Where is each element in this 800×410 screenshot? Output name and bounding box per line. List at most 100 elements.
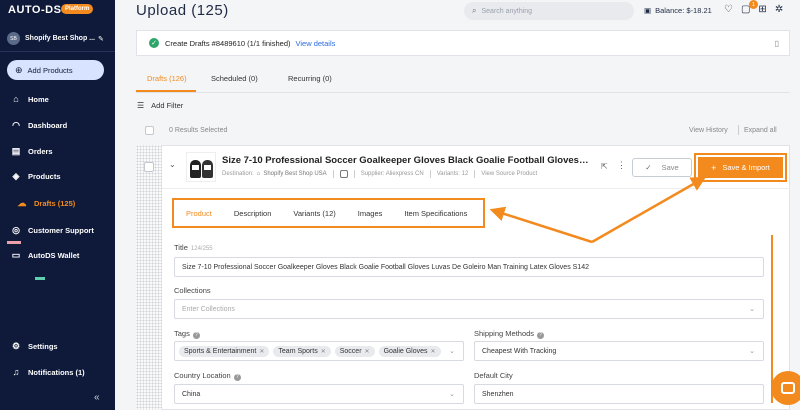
sidebar-item-dashboard[interactable]: ◠ Dashboard <box>0 114 115 136</box>
tab-drafts[interactable]: Drafts (126) <box>147 74 187 83</box>
tag-chip: Soccer ✕ <box>334 345 375 357</box>
balance-display[interactable]: ▣ Balance: $-18.21 <box>644 6 712 15</box>
collections-input[interactable]: Enter Collections ⌄ <box>174 299 764 319</box>
listing-icon <box>339 170 348 178</box>
title-input[interactable]: Size 7-10 Professional Soccer Goalkeeper… <box>174 257 764 277</box>
country-label-text: Country Location <box>174 371 231 380</box>
shipping-label: Shipping Methods? <box>474 329 545 339</box>
city-input[interactable]: Shenzhen <box>474 384 764 404</box>
sidebar-item-customer-support[interactable]: ◎ Customer Support <box>0 219 115 241</box>
drag-handle[interactable] <box>136 145 162 410</box>
save-button[interactable]: ✓ Save <box>632 158 692 177</box>
shipping-label-text: Shipping Methods <box>474 329 535 338</box>
sidebar-item-orders[interactable]: ▤ Orders <box>0 140 115 162</box>
tags-input[interactable]: Sports & Entertainment ✕ Team Sports ✕ Soc… <box>174 341 464 361</box>
collections-label: Collections <box>174 286 211 295</box>
heart-icon[interactable]: ♡ <box>724 4 733 15</box>
sidebar-item-wallet[interactable]: ▭ AutoDS Wallet <box>0 244 115 266</box>
status-card: ✓ Create Drafts #8489610 (1/1 finished) … <box>136 30 790 56</box>
external-link-icon[interactable]: ⇱ <box>601 162 608 171</box>
help-icon[interactable]: ? <box>537 332 545 339</box>
search-icon: ⌕ <box>472 6 477 15</box>
check-circle-icon: ✓ <box>149 38 159 48</box>
support-chat-button[interactable] <box>771 371 800 405</box>
city-label: Default City <box>474 371 513 380</box>
check-icon: ✓ <box>645 163 652 172</box>
chevron-down-icon[interactable]: ⌄ <box>169 160 176 169</box>
sidebar-item-label: Settings <box>28 341 58 351</box>
chevron-down-icon: ⌄ <box>749 306 755 313</box>
country-select[interactable]: China ⌄ <box>174 384 464 404</box>
tab-recurring[interactable]: Recurring (0) <box>288 74 332 83</box>
tag-label: Soccer <box>339 347 362 355</box>
help-icon[interactable]: ? <box>192 332 200 339</box>
sidebar-item-settings[interactable]: ⚙ Settings <box>0 335 115 357</box>
document-icon[interactable]: ▯ <box>775 39 779 48</box>
orders-icon: ▤ <box>11 145 21 156</box>
subtab-product[interactable]: Product <box>186 209 212 218</box>
status-message: Create Drafts #8489610 (1/1 finished) <box>165 38 291 48</box>
separator <box>353 170 355 178</box>
home-icon: ⌂ <box>13 94 19 104</box>
autods-logo: AUTO-DS- <box>8 4 66 16</box>
notification-badge: 1 <box>749 0 758 9</box>
help-icon[interactable]: ? <box>233 374 241 381</box>
pencil-icon[interactable]: ✎ <box>98 35 104 43</box>
tag-chip: Sports & Entertainment ✕ <box>179 345 270 357</box>
tab-scheduled[interactable]: Scheduled (0) <box>211 74 258 83</box>
close-icon[interactable]: ✕ <box>321 348 326 355</box>
title-label-text: Title <box>174 243 188 252</box>
shipping-select[interactable]: Cheapest With Tracking ⌄ <box>474 341 764 361</box>
close-icon[interactable]: ✕ <box>365 348 370 355</box>
sidebar-item-products[interactable]: ◈ Products <box>0 165 115 187</box>
title-char-count: 124/255 <box>190 246 213 252</box>
cloud-upload-icon: ☁ <box>17 197 27 208</box>
shop-avatar: SB <box>7 32 20 45</box>
more-vertical-icon[interactable]: ⋮ <box>617 160 626 171</box>
plus-icon: + <box>711 162 717 173</box>
product-checkbox[interactable] <box>144 162 154 172</box>
sidebar-item-notifications[interactable]: ♫ Notifications (1) <box>0 361 115 383</box>
view-details-link[interactable]: View details <box>296 39 336 48</box>
shop-selector[interactable]: SB Shopify Best Shop ... ✎ <box>0 26 115 52</box>
add-filter-label: Add Filter <box>151 101 184 110</box>
sidebar-item-drafts[interactable]: ☁ Drafts (125) <box>0 192 115 214</box>
add-products-button[interactable]: ⊕ Add Products <box>7 60 104 80</box>
product-meta: Destination: ⌂ Shopify Best Shop USA Sup… <box>222 170 537 178</box>
select-all-checkbox[interactable] <box>145 126 154 135</box>
tag-chip: Team Sports ✕ <box>273 345 331 357</box>
close-icon[interactable]: ✕ <box>259 348 264 355</box>
tag-chip: Goalie Gloves ✕ <box>378 345 441 357</box>
add-filter-button[interactable]: ☰ Add Filter <box>137 101 183 110</box>
destination-value: Shopify Best Shop USA <box>263 171 327 177</box>
chat-bubble-icon <box>781 382 795 394</box>
view-history-link[interactable]: View History <box>689 127 728 134</box>
view-source-link[interactable]: View Source Product <box>481 171 537 177</box>
collapse-sidebar-icon[interactable]: « <box>94 392 100 403</box>
save-import-button[interactable]: + Save & Import <box>694 153 787 182</box>
sidebar-item-label: Drafts (125) <box>34 198 76 208</box>
save-import-label: Save & Import <box>722 163 770 172</box>
subtab-description[interactable]: Description <box>234 209 272 218</box>
balance-value: Balance: $-18.21 <box>655 6 712 15</box>
subtab-images[interactable]: Images <box>358 209 383 218</box>
help-icon[interactable]: ✲ <box>775 4 783 15</box>
subtab-item-specifications[interactable]: Item Specifications <box>404 209 467 218</box>
wallet-icon: ▭ <box>11 249 21 260</box>
nav-marker <box>35 277 45 280</box>
search-input[interactable]: ⌕ Search anything <box>464 2 634 20</box>
bell-icon: ♫ <box>12 367 20 377</box>
sidebar-item-label: Notifications (1) <box>28 367 85 377</box>
gift-icon[interactable]: ⊞ <box>758 4 766 15</box>
subtab-variants[interactable]: Variants (12) <box>293 209 335 218</box>
close-icon[interactable]: ✕ <box>431 348 436 355</box>
sidebar-item-home[interactable]: ⌂ Home <box>0 88 115 110</box>
filter-icon: ☰ <box>137 101 145 110</box>
tag-label: Goalie Gloves <box>383 347 428 355</box>
tags-label: Tags? <box>174 329 200 339</box>
product-title: Size 7-10 Professional Soccer Goalkeeper… <box>222 155 590 166</box>
platform-badge: Platform <box>61 4 94 14</box>
scrollbar[interactable] <box>771 235 773 403</box>
title-label: Title 124/255 <box>174 243 213 252</box>
expand-all-link[interactable]: Expand all <box>744 127 777 134</box>
